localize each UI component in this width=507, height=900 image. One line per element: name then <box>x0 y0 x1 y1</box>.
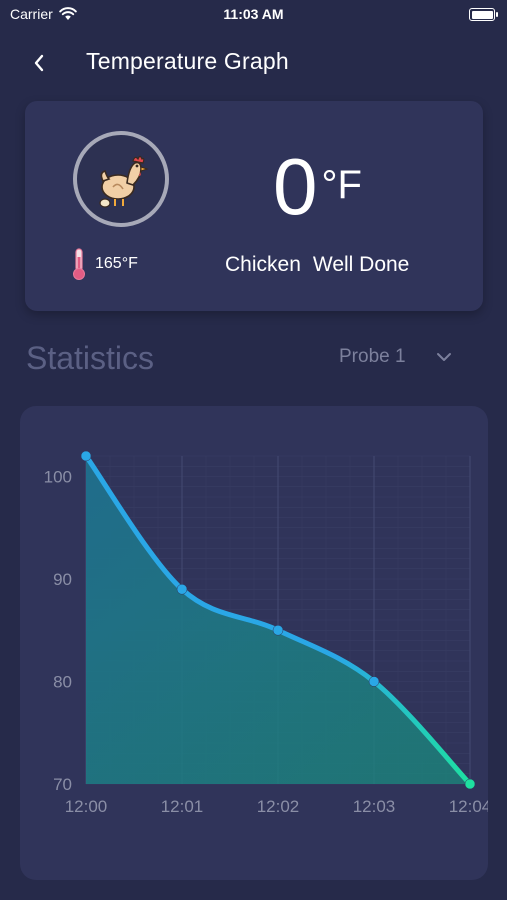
doneness-level: Well Done <box>312 253 410 276</box>
target-temperature-value: 165°F <box>95 255 138 272</box>
data-point[interactable] <box>272 625 284 636</box>
temperature-chart: 100 90 80 70 12:00 12:01 12:02 12:03 12:04 <box>44 450 488 816</box>
y-tick-label: 80 <box>53 673 72 692</box>
y-tick-label: 90 <box>53 570 72 589</box>
statistics-header: Statistics Probe 1 <box>0 336 507 380</box>
y-tick-label: 100 <box>44 468 72 487</box>
chevron-left-icon <box>34 54 44 72</box>
statistics-title: Statistics <box>26 340 155 376</box>
battery-icon <box>469 8 498 21</box>
status-time: 11:03 AM <box>223 6 284 22</box>
status-bar: Carrier 11:03 AM <box>0 0 507 30</box>
data-point[interactable] <box>464 778 476 790</box>
probe-selector[interactable]: Probe 1 <box>339 346 452 368</box>
data-point[interactable] <box>368 676 380 687</box>
food-name: Chicken <box>225 253 301 276</box>
current-temperature-unit: °F <box>321 163 362 207</box>
chevron-down-icon <box>436 353 451 361</box>
data-point[interactable] <box>176 584 188 595</box>
x-tick-label: 12:00 <box>65 797 108 816</box>
data-point[interactable] <box>80 450 92 462</box>
target-temperature: 165°F <box>71 247 138 281</box>
current-temperature: 0 °F <box>273 141 362 233</box>
back-button[interactable] <box>24 48 54 78</box>
thermometer-icon <box>73 248 85 280</box>
current-temperature-value: 0 <box>273 142 318 231</box>
page-title: Temperature Graph <box>86 48 289 74</box>
nav-bar: Temperature Graph <box>0 38 507 86</box>
x-tick-label: 12:02 <box>257 797 300 816</box>
y-tick-label: 70 <box>53 775 72 794</box>
temperature-chart-card: 100 90 80 70 12:00 12:01 12:02 12:03 12:04 <box>20 406 488 880</box>
chicken-icon <box>99 155 149 208</box>
food-info: Chicken Well Done <box>225 253 409 277</box>
x-tick-label: 12:04 <box>449 797 488 816</box>
probe-selector-label: Probe 1 <box>339 346 406 367</box>
food-avatar <box>73 131 169 227</box>
probe-card: 165°F 0 °F Chicken Well Done <box>25 101 483 311</box>
x-tick-label: 12:03 <box>353 797 396 816</box>
x-tick-label: 12:01 <box>161 797 204 816</box>
